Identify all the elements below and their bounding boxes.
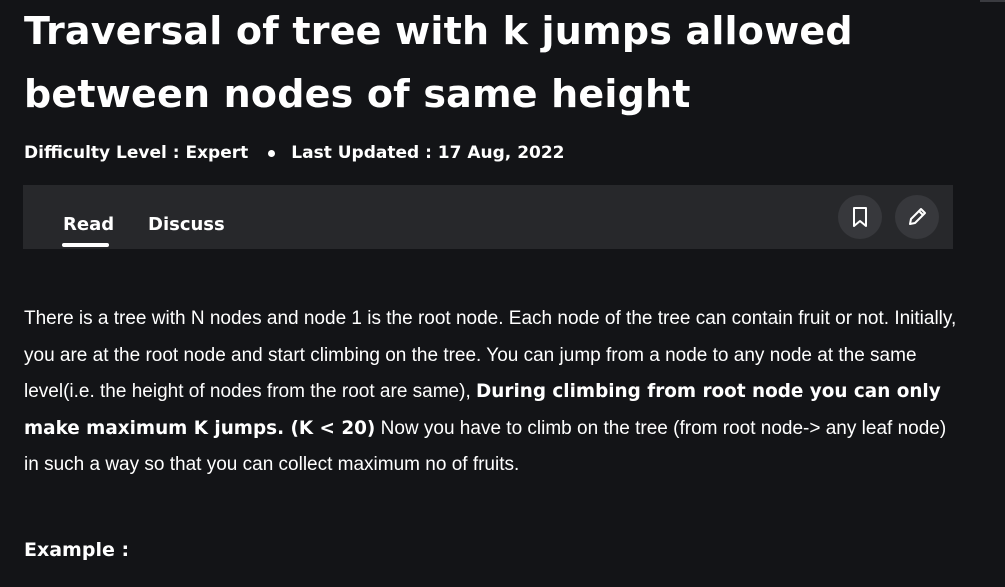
bookmark-icon: [853, 207, 867, 227]
article-title: Traversal of tree with k jumps allowed b…: [24, 9, 853, 116]
tab-discuss[interactable]: Discuss: [148, 214, 225, 235]
difficulty-level: Difficulty Level : Expert: [24, 143, 249, 163]
tab-read[interactable]: Read: [63, 214, 114, 235]
article-paragraph: There is a tree with N nodes and node 1 …: [24, 301, 959, 484]
example-heading: Example :: [24, 539, 130, 561]
meta-separator-dot: [268, 149, 276, 157]
edit-button[interactable]: [895, 195, 939, 239]
article-page: Traversal of tree with k jumps allowed b…: [0, 0, 1005, 587]
article-tab-bar: Read Discuss: [23, 185, 953, 249]
active-tab-indicator: [62, 243, 109, 247]
article-meta: Difficulty Level : Expert Last Updated :…: [24, 141, 565, 165]
bookmark-button[interactable]: [838, 195, 882, 239]
pencil-icon: [909, 208, 926, 225]
last-updated: Last Updated : 17 Aug, 2022: [291, 143, 565, 163]
